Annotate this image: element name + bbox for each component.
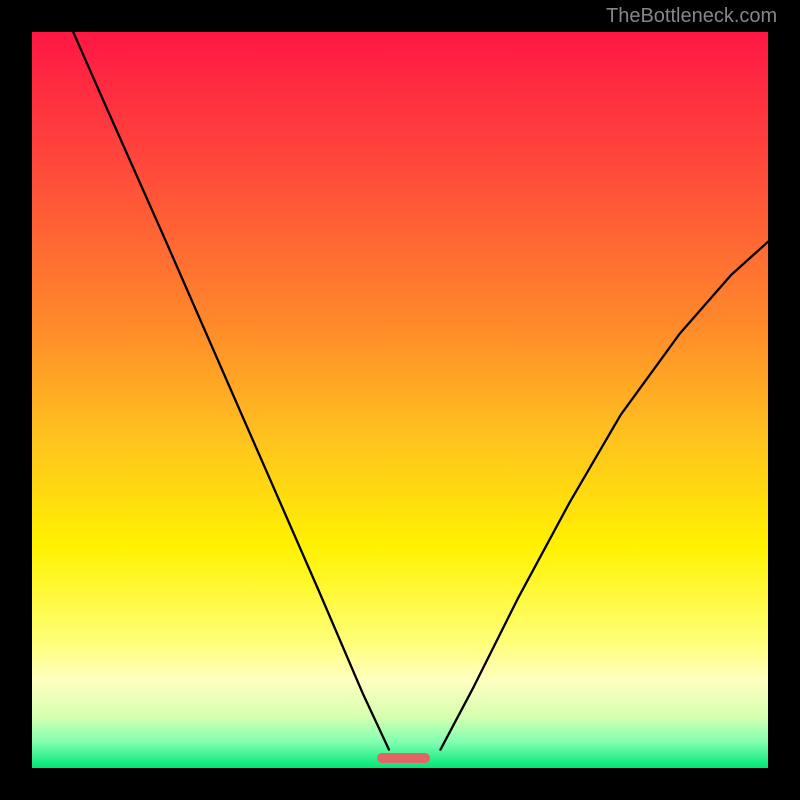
bottleneck-curve xyxy=(32,32,768,768)
attribution-text: TheBottleneck.com xyxy=(606,5,777,28)
chart-frame: TheBottleneck.com xyxy=(0,0,800,800)
curve-left-branch xyxy=(57,32,389,750)
optimal-marker-pill xyxy=(377,753,430,763)
curve-right-branch xyxy=(440,242,768,750)
plot-area xyxy=(32,32,768,768)
